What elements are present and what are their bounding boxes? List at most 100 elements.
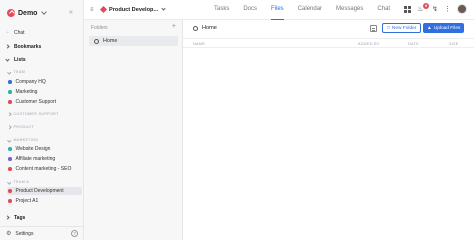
chat-icon: ▫	[6, 29, 9, 36]
sidebar-item-label: Tags	[14, 214, 26, 221]
help-icon[interactable]: ?	[71, 230, 78, 237]
chevron-right-icon	[7, 125, 12, 129]
more-vertical-icon[interactable]: ⋮	[444, 5, 451, 13]
settings-button[interactable]: ⚙ Settings	[6, 230, 34, 238]
folders-panel: Folders + Home	[84, 20, 183, 240]
sidebar-item-label: Bookmarks	[14, 43, 42, 50]
upload-files-button[interactable]: ▲ Upload Files	[423, 23, 465, 33]
tab-messages[interactable]: Messages	[336, 0, 363, 20]
files-main: Home □ New Folder ▲ Upload Files NAME AD…	[183, 20, 474, 240]
column-date[interactable]: DATE	[408, 42, 419, 46]
breadcrumb-home[interactable]: Home	[202, 25, 217, 31]
section-label: TEAM	[13, 70, 26, 74]
section-label: TEAM A	[13, 180, 30, 184]
chevron-right-icon	[7, 112, 12, 116]
list-item-label: Content marketing - SEO	[15, 166, 72, 172]
menu-icon[interactable]: ≡	[90, 7, 94, 13]
list-item-label: Affiliate marketing	[15, 156, 56, 162]
apps-grid-icon[interactable]	[404, 5, 412, 13]
section-team-a[interactable]: TEAM A	[7, 180, 30, 184]
chevron-right-icon	[5, 215, 10, 220]
list-color-dot	[8, 189, 12, 193]
sidebar-item-tags[interactable]: Tags	[5, 213, 25, 222]
home-icon	[193, 25, 198, 31]
list-item-label: Marketing	[15, 89, 38, 95]
chevron-down-icon	[7, 180, 12, 184]
workspace-switcher[interactable]: Demo	[7, 8, 48, 18]
tab-files[interactable]: Files	[271, 0, 284, 20]
view-toggle-icon[interactable]	[370, 25, 377, 32]
tab-docs[interactable]: Docs	[243, 0, 257, 20]
section-label: CUSTOMER SUPPORT	[13, 112, 59, 116]
folder-label: Home	[103, 38, 118, 44]
tab-calendar[interactable]: Calendar	[298, 0, 322, 20]
list-item-website-design[interactable]: Website Design	[7, 145, 82, 153]
list-item-affiliate-marketing[interactable]: Affiliate marketing	[7, 155, 82, 163]
project-color-icon	[99, 5, 108, 14]
column-size[interactable]: SIZE	[449, 42, 459, 46]
sidebar-item-bookmarks[interactable]: Bookmarks	[5, 42, 41, 51]
list-color-dot	[8, 167, 12, 171]
upload-label: Upload Files	[433, 25, 461, 31]
list-item-content-marketing-seo[interactable]: Content marketing - SEO	[7, 165, 82, 173]
home-icon	[94, 38, 99, 44]
new-folder-button[interactable]: □ New Folder	[382, 23, 422, 33]
list-item-label: Customer Support	[15, 99, 57, 105]
list-color-dot	[8, 80, 12, 84]
tab-tasks[interactable]: Tasks	[214, 0, 229, 20]
list-item-marketing[interactable]: Marketing	[7, 88, 82, 96]
collapse-sidebar-icon[interactable]: «	[69, 9, 73, 16]
folders-header: Folders	[91, 25, 108, 31]
list-item-project-a1[interactable]: Project A1	[7, 197, 82, 205]
chevron-down-icon	[161, 6, 166, 11]
list-item-product-development[interactable]: Product Development	[7, 187, 82, 195]
list-color-dot	[8, 90, 12, 94]
section-product[interactable]: PRODUCT	[7, 125, 35, 129]
sidebar-item-chat[interactable]: ▫ Chat	[5, 28, 25, 37]
chevron-down-icon	[7, 70, 12, 74]
list-item-label: Website Design	[15, 146, 51, 152]
breadcrumb: Home	[193, 25, 217, 31]
list-item-label: Company HQ	[15, 79, 46, 85]
tab-chat[interactable]: Chat	[377, 0, 390, 20]
list-item-label: Project A1	[15, 198, 39, 204]
sidebar-item-label: Lists	[14, 56, 26, 63]
files-table-header: NAME ADDED BY DATE SIZE	[183, 38, 474, 48]
sidebar-footer: ⚙ Settings ?	[0, 226, 84, 240]
list-color-dot	[8, 157, 12, 161]
column-added-by[interactable]: ADDED BY	[358, 42, 380, 46]
project-title: Product Develop...	[109, 6, 159, 13]
section-marketing[interactable]: MARKETING	[7, 138, 39, 142]
section-team[interactable]: TEAM	[7, 70, 26, 74]
top-bar-actions: ♨ 9 ↯ ⋮	[404, 2, 467, 14]
chevron-down-icon	[41, 9, 48, 15]
column-name[interactable]: NAME	[193, 42, 205, 46]
settings-label: Settings	[15, 230, 34, 237]
add-folder-icon[interactable]: +	[172, 23, 176, 30]
chevron-right-icon	[5, 44, 10, 49]
section-customer-support[interactable]: CUSTOMER SUPPORT	[7, 112, 59, 116]
chevron-down-icon	[5, 57, 10, 62]
sidebar-item-lists[interactable]: Lists	[5, 55, 26, 64]
notifications-button[interactable]: ♨ 9	[417, 2, 430, 14]
chevron-down-icon	[7, 138, 12, 142]
top-bar: ≡ Product Develop... Tasks Docs Files Ca…	[84, 0, 474, 20]
sidebar-item-label: Chat	[14, 29, 25, 36]
upload-icon: ▲	[427, 25, 432, 31]
list-color-dot	[8, 100, 12, 104]
workspace-logo-icon	[7, 9, 15, 17]
list-item-customer-support[interactable]: Customer Support	[7, 98, 82, 106]
gear-icon: ⚙	[6, 231, 12, 237]
project-tabs: Tasks Docs Files Calendar Messages Chat	[214, 0, 390, 20]
list-item-company-hq[interactable]: Company HQ	[7, 78, 82, 86]
avatar[interactable]	[457, 4, 467, 14]
list-color-dot	[8, 147, 12, 151]
project-switcher[interactable]: Product Develop...	[99, 5, 166, 14]
section-label: PRODUCT	[13, 125, 35, 129]
new-folder-label: New Folder	[391, 25, 417, 31]
section-label: MARKETING	[13, 138, 39, 142]
workspace-name: Demo	[18, 9, 38, 17]
lightning-icon[interactable]: ↯	[432, 5, 438, 13]
folder-item-home[interactable]: Home	[89, 36, 178, 46]
list-item-label: Product Development	[15, 188, 64, 194]
